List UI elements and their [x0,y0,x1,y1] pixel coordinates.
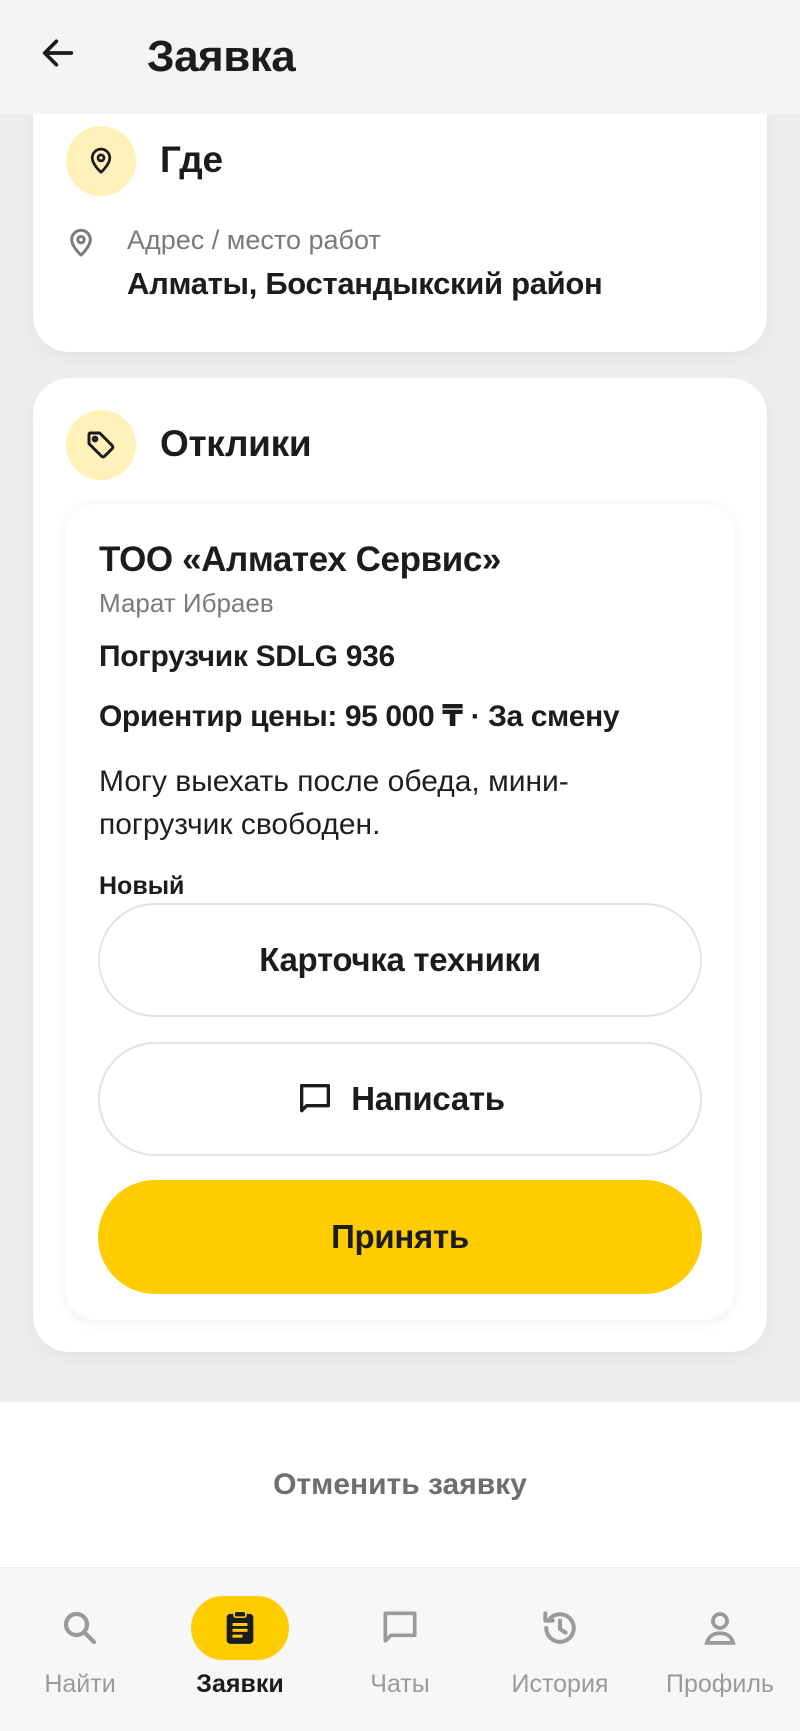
accept-label: Принять [331,1218,469,1255]
history-icon [511,1596,609,1660]
top-app-bar: Заявка [0,0,800,114]
message-icon [295,1079,335,1119]
location-section-icon [66,126,136,196]
nav-label-requests: Заявки [196,1670,284,1698]
contact-person: Марат Ибраев [99,588,274,618]
where-title: Где [160,139,223,180]
price-info: Ориентир цены: 95 000 ₸ · За смену [99,700,620,733]
nav-item-requests[interactable]: Заявки [160,1596,320,1706]
nav-item-chats[interactable]: Чаты [320,1596,480,1706]
map-pin-icon [65,226,101,262]
equipment-card-button[interactable]: Карточка техники [98,903,702,1017]
address-label: Адрес / место работ [127,225,381,255]
equipment-card-label: Карточка техники [259,941,541,978]
address-value: Алматы, Бостандыкский район [127,266,603,301]
write-button[interactable]: Написать [98,1042,702,1156]
content-scroll[interactable]: Где Адрес / место работ Алматы, Бостанды… [0,0,800,1400]
nav-item-history[interactable]: История [480,1596,640,1706]
bottom-navigation: Найти Заявки Чаты История Профиль [0,1567,800,1731]
chat-icon [351,1596,449,1660]
nav-item-find[interactable]: Найти [0,1596,160,1706]
nav-label-chats: Чаты [370,1670,430,1698]
arrow-left-icon [42,39,74,67]
nav-label-find: Найти [44,1670,116,1698]
machine-name: Погрузчик SDLG 936 [99,640,395,673]
responses-card: Отклики ТОО «Алматех Сервис» Марат Ибрае… [33,378,767,1352]
status-badge: Новый [99,872,185,900]
nav-item-profile[interactable]: Профиль [640,1596,800,1706]
profile-icon [671,1596,769,1660]
page-title: Заявка [147,32,296,81]
write-label: Написать [351,1080,505,1117]
company-name: ТОО «Алматех Сервис» [99,540,501,579]
nav-label-history: История [511,1670,609,1698]
search-icon [31,1596,129,1660]
response-item: ТОО «Алматех Сервис» Марат Ибраев Погруз… [66,504,734,1320]
clipboard-icon [191,1596,289,1660]
response-message: Могу выехать после обеда, мини-погрузчик… [99,765,569,841]
cancel-area: Отменить заявку [0,1402,800,1567]
back-button[interactable] [30,25,86,81]
tag-section-icon [66,410,136,480]
nav-label-profile: Профиль [666,1670,774,1698]
responses-title: Отклики [160,423,312,464]
cancel-request-button[interactable]: Отменить заявку [0,1402,800,1567]
accept-button[interactable]: Принять [98,1180,702,1294]
